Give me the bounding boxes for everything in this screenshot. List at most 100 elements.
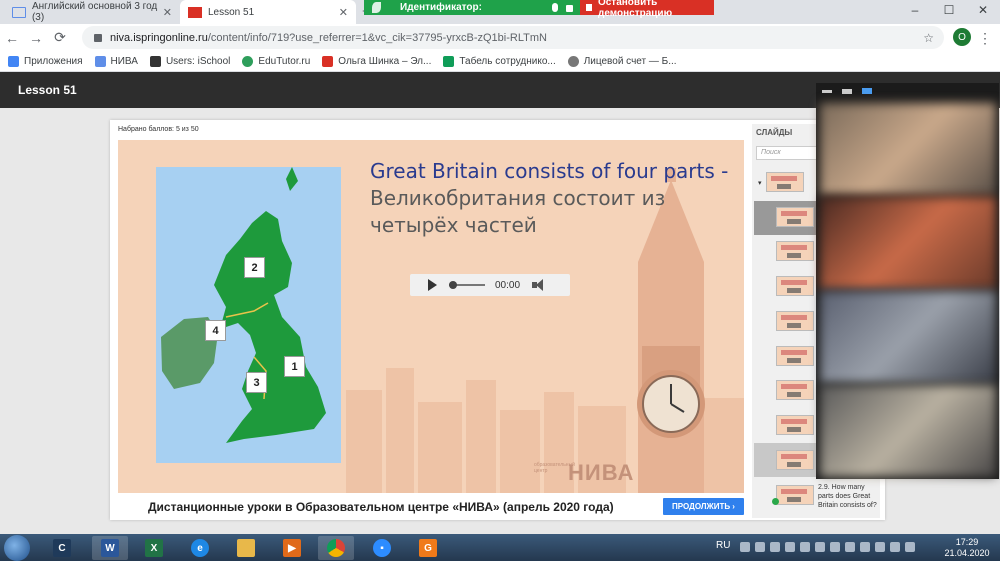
volume-icon[interactable] xyxy=(532,279,544,291)
uk-map xyxy=(161,167,326,443)
taskbar-ie[interactable]: e xyxy=(182,536,218,560)
tray-icon[interactable] xyxy=(830,542,840,552)
map-marker-3[interactable]: 3 xyxy=(246,372,267,393)
microphone-icon[interactable] xyxy=(552,3,558,12)
excel-icon: X xyxy=(145,539,163,557)
minimize-button[interactable]: – xyxy=(898,0,932,24)
mail-icon xyxy=(322,55,334,67)
slide-thumbnail[interactable] xyxy=(776,485,814,505)
audio-player: 00:00 xyxy=(410,274,570,296)
slide-thumbnail[interactable] xyxy=(776,415,814,435)
completed-check-icon xyxy=(772,498,779,505)
tray-icon[interactable] xyxy=(860,542,870,552)
slide-thumbnail[interactable] xyxy=(776,380,814,400)
stop-share-button[interactable]: Остановить демонстрацию xyxy=(580,0,714,19)
audio-time: 00:00 xyxy=(495,279,521,291)
audio-progress-track[interactable] xyxy=(449,281,485,289)
close-window-button[interactable]: ✕ xyxy=(966,0,1000,24)
slide-thumbnail[interactable] xyxy=(776,207,814,227)
map-marker-4[interactable]: 4 xyxy=(205,320,226,341)
tray-icon[interactable] xyxy=(890,542,900,552)
restore-icon[interactable] xyxy=(842,89,852,94)
taskbar-chrome[interactable] xyxy=(318,536,354,560)
reload-icon[interactable]: ⟳ xyxy=(48,29,72,46)
slide-thumbnail[interactable] xyxy=(776,241,814,261)
taskbar-calculator[interactable]: C xyxy=(44,536,80,560)
close-icon[interactable]: ✕ xyxy=(339,6,348,19)
taskbar-explorer[interactable] xyxy=(228,536,264,560)
taskbar-zoom[interactable]: ▪ xyxy=(364,536,400,560)
bookmark-tabel[interactable]: Табель сотруднико... xyxy=(443,55,556,67)
sheets-icon xyxy=(443,55,455,67)
bookmark-label: EduTutor.ru xyxy=(258,55,311,67)
slide-thumbnail[interactable] xyxy=(766,172,804,192)
minimize-icon[interactable] xyxy=(822,90,832,93)
ie-icon: e xyxy=(191,539,209,557)
bookmark-label: Users: iSchool xyxy=(165,55,231,67)
ispring-icon xyxy=(188,6,202,18)
niva-logo: образовательный центр НИВА xyxy=(534,454,644,488)
slide-thumbnail[interactable] xyxy=(776,346,814,366)
bookmark-account[interactable]: Лицевой счет — Б... xyxy=(567,55,677,67)
menu-kebab-icon[interactable]: ⋮ xyxy=(978,30,992,47)
taskbar-media[interactable]: ▶ xyxy=(274,536,310,560)
taskbar-word[interactable]: W xyxy=(92,536,128,560)
slide-thumbnail[interactable] xyxy=(776,311,814,331)
bookmark-olga[interactable]: Ольга Шинка – Эл... xyxy=(322,55,432,67)
apps-grid-icon xyxy=(8,55,19,67)
windows-taskbar: C W X e ▶ ▪ G RU 17:29 21.04.2020 xyxy=(0,534,1000,561)
map-marker-1[interactable]: 1 xyxy=(284,356,305,377)
map-marker-2[interactable]: 2 xyxy=(244,257,265,278)
edututor-icon xyxy=(242,55,254,67)
participant-video xyxy=(820,197,996,289)
back-arrow-icon[interactable]: ← xyxy=(0,30,24,46)
slide-thumbnail[interactable] xyxy=(776,276,814,296)
tray-icon[interactable] xyxy=(905,542,915,552)
word-icon: W xyxy=(101,539,119,557)
tab-lesson-51[interactable]: Lesson 51 ✕ xyxy=(180,0,356,24)
forward-arrow-icon[interactable]: → xyxy=(24,30,48,46)
slide-title-ru: Великобритания состоит из четырёх частей xyxy=(370,186,666,237)
taskbar-clock[interactable]: 17:29 21.04.2020 xyxy=(942,537,992,559)
tray-icon[interactable] xyxy=(755,542,765,552)
bookmark-niva[interactable]: НИВА xyxy=(94,55,138,67)
tray-icon[interactable] xyxy=(800,542,810,552)
screen-share-bar: Идентификатор: Остановить демонстрацию xyxy=(364,0,714,19)
bookmark-star-icon[interactable]: ☆ xyxy=(923,31,934,45)
taskbar-excel[interactable]: X xyxy=(136,536,172,560)
profile-avatar[interactable]: O xyxy=(953,28,971,46)
play-icon[interactable] xyxy=(428,279,437,291)
tray-icon[interactable] xyxy=(845,542,855,552)
logo-subtitle: образовательный центр xyxy=(534,462,575,474)
tray-icon[interactable] xyxy=(815,542,825,552)
collapse-arrow-icon[interactable]: ▾ xyxy=(758,179,762,187)
slide-title: Great Britain consists of four parts - В… xyxy=(370,158,730,239)
score-label: Набрано баллов: 5 из 50 xyxy=(118,126,199,133)
tray-icon[interactable] xyxy=(740,542,750,552)
tray-icon[interactable] xyxy=(785,542,795,552)
bookmark-label: НИВА xyxy=(110,55,138,67)
taskbar-ispring[interactable]: G xyxy=(410,536,446,560)
bookmark-label: Ольга Шинка – Эл... xyxy=(338,55,432,67)
ischool-icon xyxy=(149,55,161,67)
maximize-button[interactable]: ☐ xyxy=(932,0,966,24)
slide-title-en: Great Britain consists of four parts - xyxy=(370,159,729,183)
globe-icon xyxy=(567,55,579,67)
tray-icon[interactable] xyxy=(875,542,885,552)
continue-button[interactable]: ПРОДОЛЖИТЬ › xyxy=(663,498,744,515)
tab-english-course[interactable]: Английский основной 3 год (3) ✕ xyxy=(4,0,180,24)
layout-icon[interactable] xyxy=(862,88,872,94)
bookmark-edututor[interactable]: EduTutor.ru xyxy=(242,55,311,67)
book-icon xyxy=(12,6,26,18)
slide-thumbnail[interactable] xyxy=(776,450,814,470)
book-icon xyxy=(94,55,106,67)
start-button[interactable] xyxy=(4,535,30,561)
language-indicator[interactable]: RU xyxy=(716,540,730,551)
close-icon[interactable]: ✕ xyxy=(163,6,172,19)
tray-icon[interactable] xyxy=(770,542,780,552)
address-bar[interactable]: niva.ispringonline.ru/content/info/719?u… xyxy=(82,26,944,49)
bookmark-apps[interactable]: Приложения xyxy=(8,55,83,67)
bookmark-label: Лицевой счет — Б... xyxy=(583,55,677,67)
bookmark-ischool[interactable]: Users: iSchool xyxy=(149,55,231,67)
lock-icon xyxy=(566,5,573,12)
